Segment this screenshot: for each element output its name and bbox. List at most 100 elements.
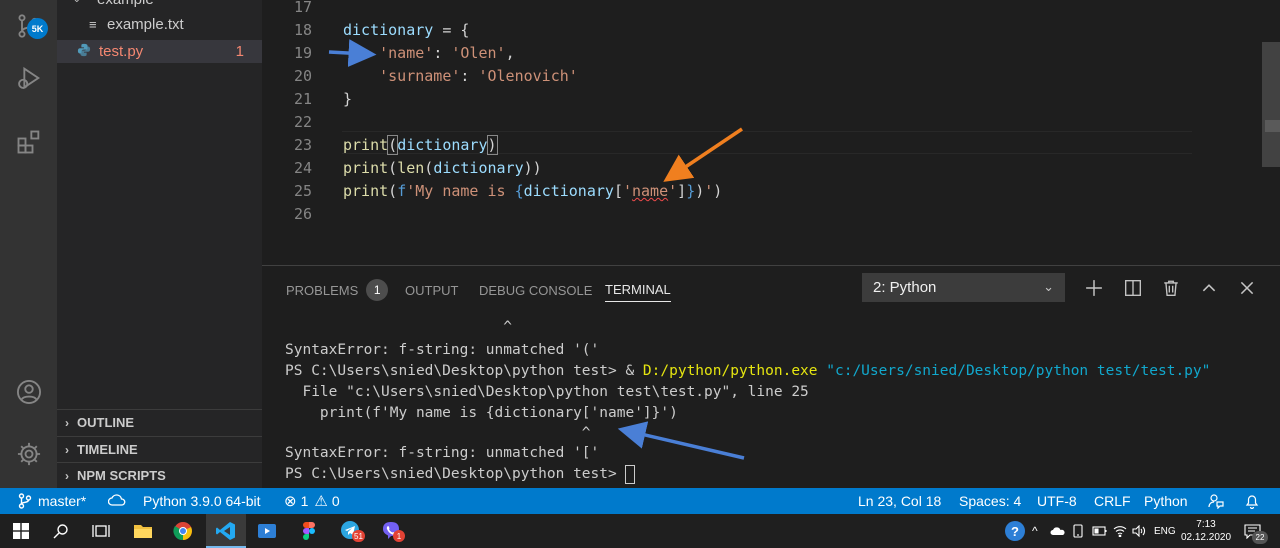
folder-label: example bbox=[97, 0, 154, 8]
code-line-21: } bbox=[343, 90, 353, 108]
search-icon[interactable] bbox=[46, 516, 76, 546]
clock-time: 7:13 bbox=[1196, 519, 1216, 530]
extensions-icon[interactable] bbox=[0, 118, 57, 166]
language-mode[interactable]: Python bbox=[1144, 488, 1188, 514]
code-line-25: print(f'My name is {dictionary['name']})… bbox=[343, 182, 723, 200]
battery-icon[interactable] bbox=[1092, 514, 1108, 548]
task-view-icon[interactable] bbox=[86, 516, 116, 546]
close-icon[interactable] bbox=[1235, 276, 1259, 300]
chevron-down-icon: ⌄ bbox=[1043, 279, 1054, 294]
line-number: 21 bbox=[293, 90, 312, 108]
terminal-line: ^ bbox=[285, 319, 512, 335]
tab-debug-console[interactable]: DEBUG CONSOLE bbox=[479, 278, 592, 302]
line-number: 17 bbox=[293, 0, 312, 16]
status-bar: master* Python 3.9.0 64-bit ⊗ 1 ⚠ 0 Ln 2… bbox=[0, 488, 1280, 514]
file-example-txt[interactable]: ≡ example.txt bbox=[57, 13, 262, 36]
file-test-py[interactable]: test.py 1 bbox=[57, 40, 262, 63]
editor-scrollbar-thumb[interactable] bbox=[1265, 120, 1280, 132]
terminal-command-exe: D:/python/python.exe bbox=[642, 363, 818, 379]
bottom-panel: PROBLEMS 1 OUTPUT DEBUG CONSOLE TERMINAL… bbox=[262, 265, 1280, 488]
terminal-line: PS C:\Users\snied\Desktop\python test> bbox=[285, 464, 636, 485]
warning-icon: ⚠ bbox=[314, 493, 328, 510]
folder-example[interactable]: ⌄ example bbox=[57, 0, 262, 11]
source-control-badge: 5K bbox=[27, 18, 48, 39]
new-terminal-icon[interactable] bbox=[1082, 276, 1106, 300]
maximize-panel-icon[interactable] bbox=[1197, 276, 1221, 300]
help-icon[interactable]: ? bbox=[1005, 514, 1025, 548]
code-line-18: dictionary = { bbox=[343, 21, 470, 39]
vscode-icon[interactable] bbox=[211, 516, 241, 546]
onedrive-icon[interactable] bbox=[1050, 514, 1066, 548]
source-control-icon[interactable]: 5K bbox=[0, 2, 57, 50]
code-line-20: 'surname': 'Olenovich' bbox=[379, 67, 578, 85]
chevron-down-icon: ⌄ bbox=[57, 0, 81, 5]
terminal-line: SyntaxError: f-string: unmatched '(' bbox=[285, 342, 600, 358]
trash-icon[interactable] bbox=[1159, 276, 1183, 300]
line-number: 18 bbox=[293, 21, 312, 39]
tab-label: TERMINAL bbox=[605, 282, 671, 297]
file-error-count: 1 bbox=[235, 43, 244, 60]
encoding[interactable]: UTF-8 bbox=[1037, 488, 1077, 514]
code-editor[interactable]: 17 18 19 20 21 22 23 24 25 26 dictionary… bbox=[262, 0, 1280, 265]
line-number: 22 bbox=[293, 113, 312, 131]
error-icon: ⊗ bbox=[284, 493, 297, 510]
chrome-icon[interactable] bbox=[168, 516, 198, 546]
tab-problems[interactable]: PROBLEMS 1 bbox=[286, 278, 389, 302]
terminal-line: File "c:\Users\snied\Desktop\python test… bbox=[285, 384, 809, 400]
terminal-line: ^ bbox=[285, 425, 591, 441]
notifications-bell-icon[interactable] bbox=[1245, 488, 1259, 514]
line-number: 24 bbox=[293, 159, 312, 177]
editor-scrollbar[interactable] bbox=[1262, 42, 1280, 167]
timeline-section[interactable]: › TIMELINE bbox=[57, 436, 262, 462]
terminal-select[interactable]: 2: Python ⌄ bbox=[862, 273, 1065, 302]
sync-icon[interactable] bbox=[108, 488, 126, 514]
keyboard-language[interactable]: ENG bbox=[1154, 514, 1176, 548]
device-icon[interactable] bbox=[1072, 514, 1084, 548]
code-line-24: print(len(dictionary)) bbox=[343, 159, 542, 177]
file-name: test.py bbox=[99, 43, 144, 60]
problems-count-badge: 1 bbox=[366, 279, 389, 301]
terminal-select-value: 2: Python bbox=[873, 279, 937, 296]
clock[interactable]: 7:13 02.12.2020 bbox=[1180, 514, 1232, 548]
chevron-right-icon: › bbox=[65, 442, 69, 457]
npm-scripts-section[interactable]: › NPM SCRIPTS bbox=[57, 462, 262, 488]
wifi-icon[interactable] bbox=[1113, 514, 1127, 548]
terminal-line: SyntaxError: f-string: unmatched '[' bbox=[285, 445, 600, 461]
viber-badge: 1 bbox=[393, 530, 405, 542]
indentation[interactable]: Spaces: 4 bbox=[959, 488, 1021, 514]
tab-output[interactable]: OUTPUT bbox=[405, 278, 458, 302]
settings-gear-icon[interactable] bbox=[0, 430, 57, 478]
branch-indicator[interactable]: master* bbox=[18, 488, 86, 514]
git-branch-icon bbox=[18, 493, 32, 509]
telegram-badge: 51 bbox=[352, 530, 365, 542]
clock-date: 02.12.2020 bbox=[1180, 532, 1232, 543]
line-ending[interactable]: CRLF bbox=[1094, 488, 1131, 514]
notification-badge: 22 bbox=[1252, 531, 1268, 544]
show-hidden-icons-icon[interactable]: ^ bbox=[1032, 514, 1038, 548]
problems-indicator[interactable]: ⊗ 1 ⚠ 0 bbox=[284, 488, 340, 514]
volume-icon[interactable] bbox=[1132, 514, 1146, 548]
file-explorer-icon[interactable] bbox=[128, 516, 158, 546]
split-terminal-icon[interactable] bbox=[1121, 276, 1145, 300]
code-line-23: print(dictionary) bbox=[343, 135, 498, 155]
feedback-icon[interactable] bbox=[1208, 488, 1224, 514]
viber-icon[interactable]: 1 bbox=[376, 516, 406, 546]
line-number: 20 bbox=[293, 67, 312, 85]
windows-start-icon[interactable] bbox=[6, 516, 36, 546]
figma-icon[interactable] bbox=[294, 516, 324, 546]
tab-terminal[interactable]: TERMINAL bbox=[605, 278, 671, 302]
line-number: 25 bbox=[293, 182, 312, 200]
python-interpreter[interactable]: Python 3.9.0 64-bit bbox=[143, 488, 261, 514]
account-icon[interactable] bbox=[0, 368, 57, 416]
line-number: 19 bbox=[293, 44, 312, 62]
run-debug-icon[interactable] bbox=[0, 54, 57, 102]
line-number: 26 bbox=[293, 205, 312, 223]
telegram-icon[interactable]: 51 bbox=[336, 516, 366, 546]
python-file-icon bbox=[77, 43, 99, 61]
section-label: TIMELINE bbox=[77, 442, 138, 457]
screen-recorder-icon[interactable] bbox=[252, 516, 282, 546]
outline-section[interactable]: › OUTLINE bbox=[57, 409, 262, 435]
cursor-position[interactable]: Ln 23, Col 18 bbox=[858, 488, 941, 514]
activity-bar: 5K bbox=[0, 0, 57, 488]
tab-label: PROBLEMS bbox=[286, 282, 359, 298]
